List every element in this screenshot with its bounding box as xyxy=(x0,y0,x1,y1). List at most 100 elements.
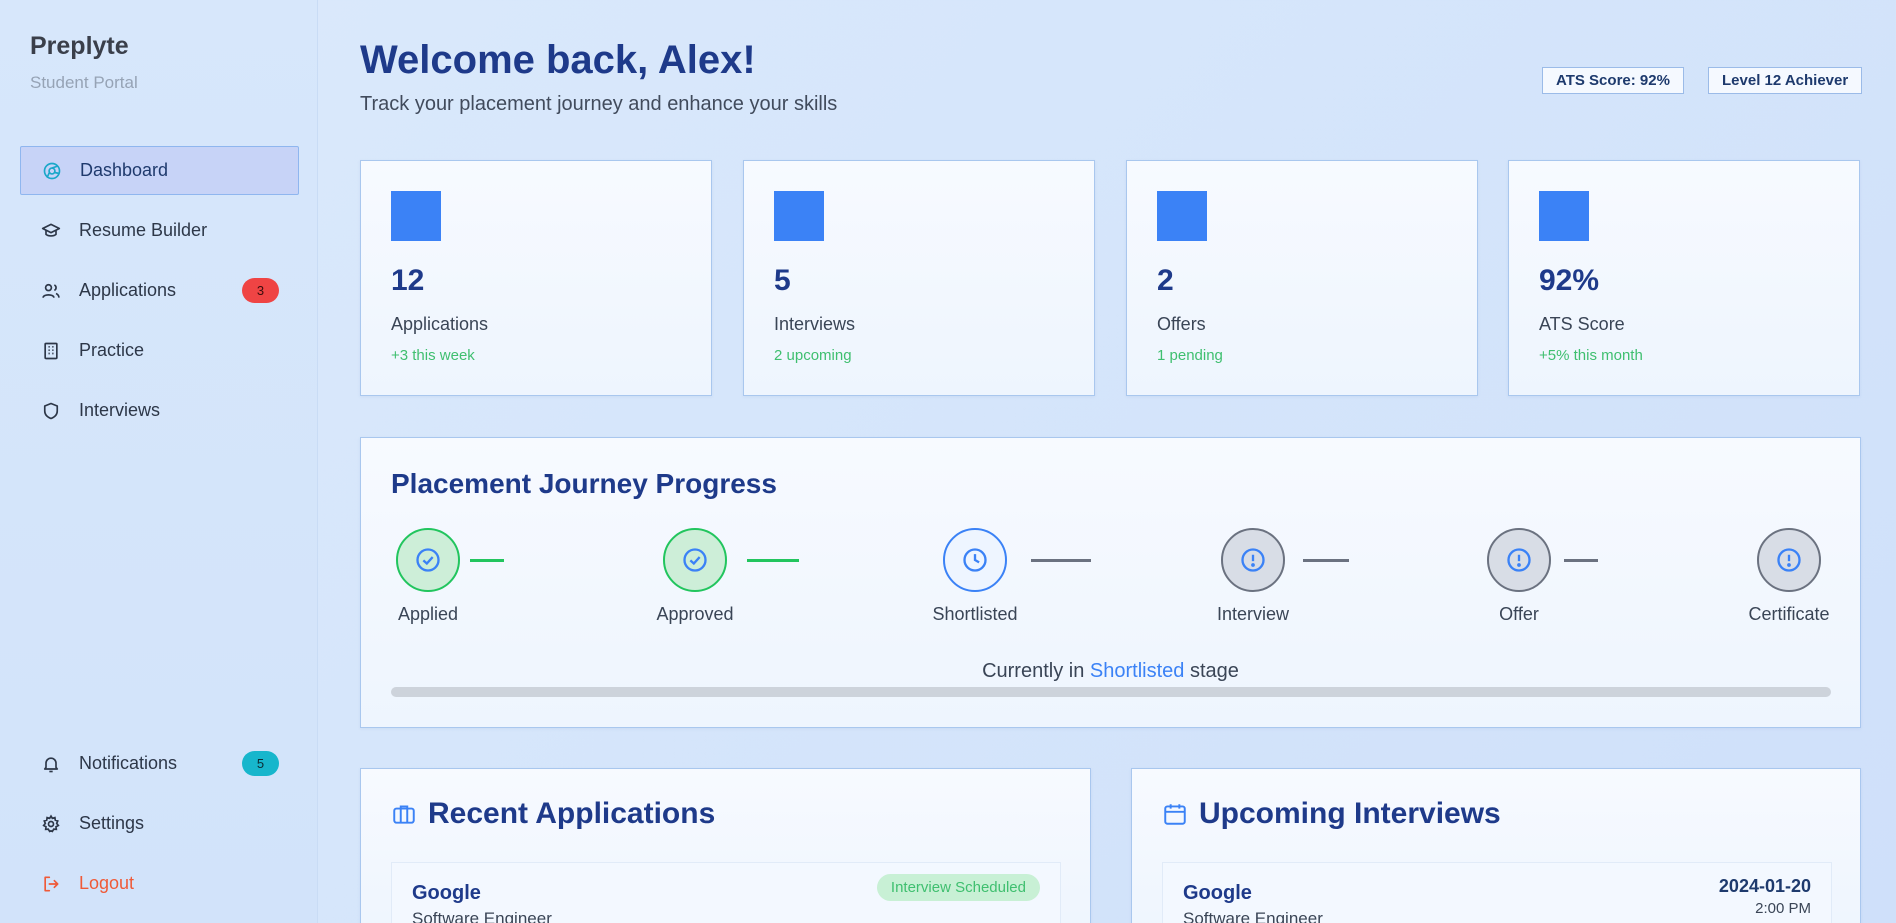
stat-label: Offers xyxy=(1157,314,1206,334)
briefcase-icon xyxy=(391,801,417,827)
stat-delta: 1 pending xyxy=(1157,347,1223,364)
shield-icon xyxy=(40,400,62,422)
stat-icon xyxy=(774,191,824,241)
building-icon xyxy=(40,340,62,362)
brand-name: Preplyte xyxy=(30,32,129,60)
users-icon xyxy=(40,280,62,302)
page-subtitle: Track your placement journey and enhance… xyxy=(360,93,838,115)
sidebar-item-label: Applications xyxy=(79,280,177,300)
current-stage-suffix: stage xyxy=(1189,660,1239,682)
stat-label: Interviews xyxy=(774,314,856,334)
panel-title-text: Recent Applications xyxy=(428,797,716,830)
step-connector xyxy=(1564,559,1598,562)
bell-icon xyxy=(40,753,62,775)
recent-applications-title: Recent Applications xyxy=(391,797,715,831)
logout-icon xyxy=(40,873,62,895)
sidebar-item-label: Logout xyxy=(79,873,135,893)
stat-label: Applications xyxy=(391,314,489,334)
upcoming-interviews-title: Upcoming Interviews xyxy=(1162,797,1501,831)
stat-icon xyxy=(1157,191,1207,241)
journey-step-certificate: Certificate xyxy=(1709,528,1869,625)
journey-title: Placement Journey Progress xyxy=(391,468,777,499)
sidebar-item-label: Notifications xyxy=(79,753,178,773)
placement-journey-card: Placement Journey Progress Applied Appro… xyxy=(360,437,1861,728)
current-stage-text: Currently in Shortlisted stage xyxy=(361,660,1860,683)
journey-step-offer: Offer xyxy=(1439,528,1599,625)
alert-circle-icon xyxy=(1221,528,1285,592)
upcoming-interviews-panel: Upcoming Interviews Google Software Engi… xyxy=(1131,768,1861,923)
interview-row[interactable]: Google Software Engineer 2024-01-20 2:00… xyxy=(1162,862,1832,923)
status-badge: Interview Scheduled xyxy=(876,874,1040,901)
step-label: Applied xyxy=(397,604,459,624)
journey-progress-track xyxy=(391,687,1831,697)
application-role: Software Engineer xyxy=(412,909,552,923)
alert-circle-icon xyxy=(1757,528,1821,592)
calendar-icon xyxy=(1162,801,1188,827)
brand-subtitle: Student Portal xyxy=(30,73,138,92)
step-label: Approved xyxy=(656,604,734,624)
interview-company: Google xyxy=(1183,882,1252,904)
interview-date: 2024-01-20 xyxy=(1718,876,1811,896)
stat-card-ats-score[interactable]: 92% ATS Score +5% this month xyxy=(1508,160,1860,396)
interview-role: Software Engineer xyxy=(1183,909,1323,923)
step-connector xyxy=(1031,559,1091,562)
sidebar-item-dashboard[interactable]: Dashboard xyxy=(20,146,299,195)
sidebar-item-interviews[interactable]: Interviews xyxy=(20,386,299,435)
stat-delta: +5% this month xyxy=(1539,347,1643,364)
stat-card-applications[interactable]: 12 Applications +3 this week xyxy=(360,160,712,396)
step-label: Interview xyxy=(1216,604,1290,624)
step-connector xyxy=(470,559,504,562)
sidebar-item-notifications[interactable]: Notifications 5 xyxy=(20,739,299,788)
stat-value: 12 xyxy=(391,264,425,297)
current-stage-prefix: Currently in xyxy=(982,660,1085,682)
sidebar-item-logout[interactable]: Logout xyxy=(20,859,299,908)
page-title: Welcome back, Alex! xyxy=(360,38,756,82)
step-label: Offer xyxy=(1499,604,1539,624)
application-company: Google xyxy=(412,882,481,904)
journey-step-interview: Interview xyxy=(1173,528,1333,625)
gear-icon xyxy=(40,813,62,835)
check-circle-icon xyxy=(396,528,460,592)
sidebar-item-label: Practice xyxy=(79,340,145,360)
stat-icon xyxy=(391,191,441,241)
panel-title-text: Upcoming Interviews xyxy=(1199,797,1501,830)
interview-time: 2:00 PM xyxy=(1755,900,1811,917)
current-stage-name: Shortlisted xyxy=(1089,660,1185,682)
sidebar-item-settings[interactable]: Settings xyxy=(20,799,299,848)
applications-count-badge: 3 xyxy=(242,278,279,303)
sidebar-item-label: Interviews xyxy=(79,400,161,420)
step-connector xyxy=(1303,559,1349,562)
sidebar: Preplyte Student Portal Dashboard Resume… xyxy=(0,0,318,923)
alert-circle-icon xyxy=(1487,528,1551,592)
stat-value: 5 xyxy=(774,264,791,297)
sidebar-item-resume-builder[interactable]: Resume Builder xyxy=(20,206,299,255)
journey-step-approved: Approved xyxy=(615,528,775,625)
sidebar-item-label: Dashboard xyxy=(80,160,169,180)
level-badge: Level 12 Achiever xyxy=(1708,67,1863,94)
stat-delta: 2 upcoming xyxy=(774,347,852,364)
sidebar-item-practice[interactable]: Practice xyxy=(20,326,299,375)
sidebar-item-label: Resume Builder xyxy=(79,220,208,240)
stat-delta: +3 this week xyxy=(391,347,475,364)
dashboard-icon xyxy=(41,160,63,182)
stat-card-offers[interactable]: 2 Offers 1 pending xyxy=(1126,160,1478,396)
graduation-cap-icon xyxy=(40,220,62,242)
stat-icon xyxy=(1539,191,1589,241)
journey-step-shortlisted: Shortlisted xyxy=(895,528,1055,625)
ats-score-badge: ATS Score: 92% xyxy=(1542,67,1684,94)
stat-value: 92% xyxy=(1539,264,1600,297)
sidebar-item-label: Settings xyxy=(79,813,145,833)
step-connector xyxy=(747,559,799,562)
clock-icon xyxy=(943,528,1007,592)
journey-step-applied: Applied xyxy=(348,528,508,625)
step-label: Certificate xyxy=(1748,604,1830,624)
stat-card-interviews[interactable]: 5 Interviews 2 upcoming xyxy=(743,160,1095,396)
check-circle-icon xyxy=(663,528,727,592)
stat-value: 2 xyxy=(1157,264,1174,297)
recent-applications-panel: Recent Applications Google Software Engi… xyxy=(360,768,1091,923)
stat-label: ATS Score xyxy=(1539,314,1625,334)
notifications-count-badge: 5 xyxy=(242,751,279,776)
step-label: Shortlisted xyxy=(932,604,1018,624)
sidebar-item-applications[interactable]: Applications 3 xyxy=(20,266,299,315)
application-row[interactable]: Google Software Engineer Interview Sched… xyxy=(391,862,1061,923)
